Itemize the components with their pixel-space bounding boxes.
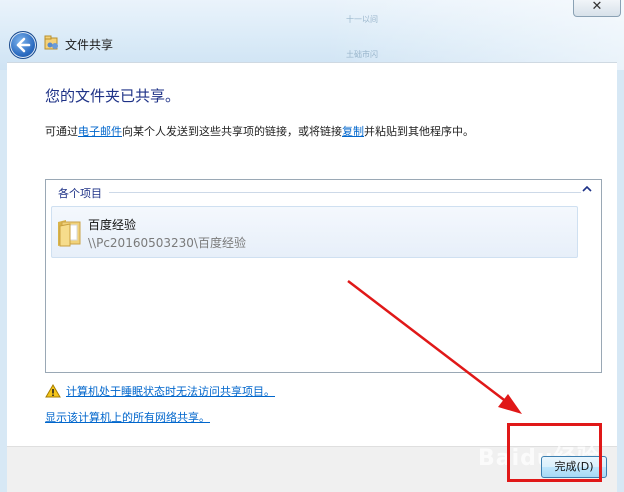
- annotation-arrow: [347, 280, 522, 414]
